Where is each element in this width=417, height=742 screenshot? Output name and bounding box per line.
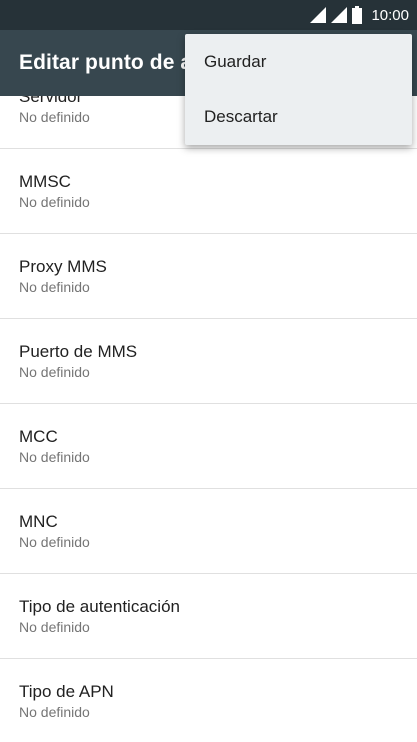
overflow-menu: Guardar Descartar bbox=[185, 34, 412, 145]
setting-item-tipo-autenticacion[interactable]: Tipo de autenticación No definido bbox=[0, 574, 417, 659]
setting-item-mcc[interactable]: MCC No definido bbox=[0, 404, 417, 489]
signal-icon bbox=[310, 7, 327, 23]
setting-item-proxy-mms[interactable]: Proxy MMS No definido bbox=[0, 234, 417, 319]
setting-title: MCC bbox=[19, 426, 58, 446]
setting-item-tipo-apn[interactable]: Tipo de APN No definido bbox=[0, 659, 417, 742]
setting-value: No definido bbox=[19, 703, 90, 720]
settings-list[interactable]: Servidor No definido MMSC No definido Pr… bbox=[0, 96, 417, 742]
setting-item-mnc[interactable]: MNC No definido bbox=[0, 489, 417, 574]
setting-title: Tipo de APN bbox=[19, 681, 114, 701]
setting-value: No definido bbox=[19, 533, 90, 550]
setting-value: No definido bbox=[19, 448, 90, 465]
setting-value: No definido bbox=[19, 193, 90, 210]
setting-title: MMSC bbox=[19, 171, 71, 191]
setting-title: Tipo de autenticación bbox=[19, 596, 180, 616]
signal-icon bbox=[331, 7, 348, 23]
setting-title: MNC bbox=[19, 511, 58, 531]
battery-icon bbox=[352, 6, 363, 24]
setting-item-mmsc[interactable]: MMSC No definido bbox=[0, 149, 417, 234]
setting-value: No definido bbox=[19, 278, 90, 295]
setting-title: Proxy MMS bbox=[19, 256, 107, 276]
setting-item-puerto-mms[interactable]: Puerto de MMS No definido bbox=[0, 319, 417, 404]
setting-value: No definido bbox=[19, 363, 90, 380]
setting-title: Puerto de MMS bbox=[19, 341, 138, 361]
menu-item-guardar[interactable]: Guardar bbox=[185, 34, 412, 90]
setting-value: No definido bbox=[19, 618, 90, 635]
status-bar: 10:00 bbox=[0, 0, 417, 30]
menu-item-descartar[interactable]: Descartar bbox=[185, 90, 412, 146]
status-time: 10:00 bbox=[371, 6, 409, 24]
